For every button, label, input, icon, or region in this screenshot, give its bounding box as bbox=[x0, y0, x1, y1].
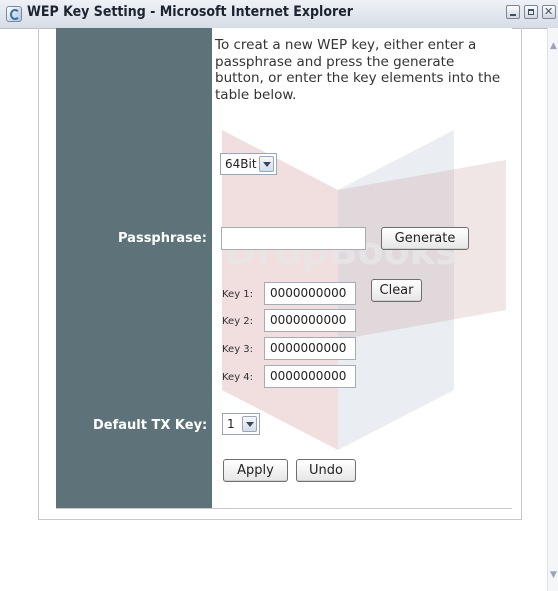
key-length-select[interactable]: 64Bit bbox=[220, 153, 277, 175]
browser-window: WEP Key Setting - Microsoft Internet Exp… bbox=[0, 0, 558, 591]
passphrase-label: Passphrase: bbox=[118, 231, 207, 246]
scroll-down-icon[interactable]: ▼ bbox=[549, 570, 558, 581]
title-bar[interactable]: WEP Key Setting - Microsoft Internet Exp… bbox=[0, 0, 558, 29]
panel-divider bbox=[56, 508, 512, 509]
maximize-icon[interactable] bbox=[524, 5, 538, 19]
key-3-label: Key 3: bbox=[222, 344, 254, 355]
close-icon[interactable] bbox=[542, 5, 556, 19]
default-tx-key-select[interactable]: 1 bbox=[222, 413, 260, 435]
ie-window-icon[interactable] bbox=[6, 6, 22, 22]
default-tx-key-value: 1 bbox=[227, 417, 235, 431]
default-tx-key-label: Default TX Key: bbox=[93, 418, 208, 433]
passphrase-input[interactable] bbox=[221, 227, 366, 250]
vertical-scrollbar[interactable]: ▲ ▼ bbox=[547, 28, 558, 591]
minimize-icon[interactable] bbox=[506, 5, 520, 19]
key-2-input[interactable]: 0000000000 bbox=[264, 309, 356, 332]
key-1-input[interactable]: 0000000000 bbox=[264, 282, 356, 305]
key-4-input[interactable]: 0000000000 bbox=[264, 365, 356, 388]
key-length-value: 64Bit bbox=[225, 157, 257, 171]
window-title: WEP Key Setting - Microsoft Internet Exp… bbox=[27, 4, 353, 20]
generate-button[interactable]: Generate bbox=[381, 227, 469, 250]
undo-button[interactable]: Undo bbox=[296, 459, 356, 482]
instructions-text: To creat a new WEP key, either enter a p… bbox=[215, 37, 501, 103]
clear-button[interactable]: Clear bbox=[371, 279, 422, 302]
key-1-label: Key 1: bbox=[222, 289, 254, 300]
apply-button[interactable]: Apply bbox=[223, 459, 288, 482]
key-2-label: Key 2: bbox=[222, 316, 254, 327]
chevron-down-icon[interactable] bbox=[259, 156, 274, 172]
page-blank-area bbox=[0, 520, 547, 591]
key-3-input[interactable]: 0000000000 bbox=[264, 337, 356, 360]
key-4-label: Key 4: bbox=[222, 372, 254, 383]
chevron-down-icon[interactable] bbox=[242, 416, 257, 432]
label-column bbox=[56, 28, 212, 508]
scroll-up-icon[interactable]: ▲ bbox=[549, 41, 558, 52]
